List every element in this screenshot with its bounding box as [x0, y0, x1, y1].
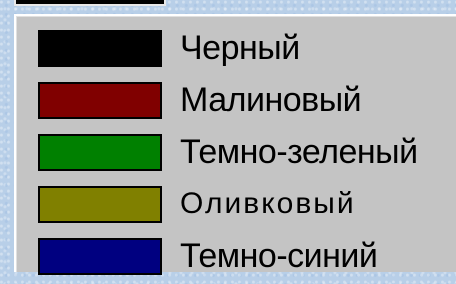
color-option-dark-green[interactable]: Темно-зеленый	[38, 128, 456, 180]
color-label: Темно-синий	[180, 237, 378, 275]
color-label: Малиновый	[180, 81, 362, 119]
color-swatch	[38, 30, 162, 67]
color-option-navy[interactable]: Темно-синий	[38, 232, 456, 284]
color-label: Оливковый	[180, 187, 356, 220]
color-option-olive[interactable]: Оливковый	[38, 180, 456, 232]
color-option-black[interactable]: Черный	[38, 24, 456, 76]
color-label: Темно-зеленый	[180, 133, 418, 171]
color-dropdown-list[interactable]: Черный Малиновый Темно-зеленый Оливковый…	[14, 14, 456, 275]
color-options: Черный Малиновый Темно-зеленый Оливковый…	[38, 24, 456, 284]
color-swatch	[38, 238, 162, 275]
color-swatch	[38, 82, 162, 119]
color-option-maroon[interactable]: Малиновый	[38, 76, 456, 128]
color-label: Черный	[180, 29, 300, 67]
current-color-swatch	[14, 0, 166, 6]
color-swatch	[38, 134, 162, 171]
color-swatch	[38, 186, 162, 223]
